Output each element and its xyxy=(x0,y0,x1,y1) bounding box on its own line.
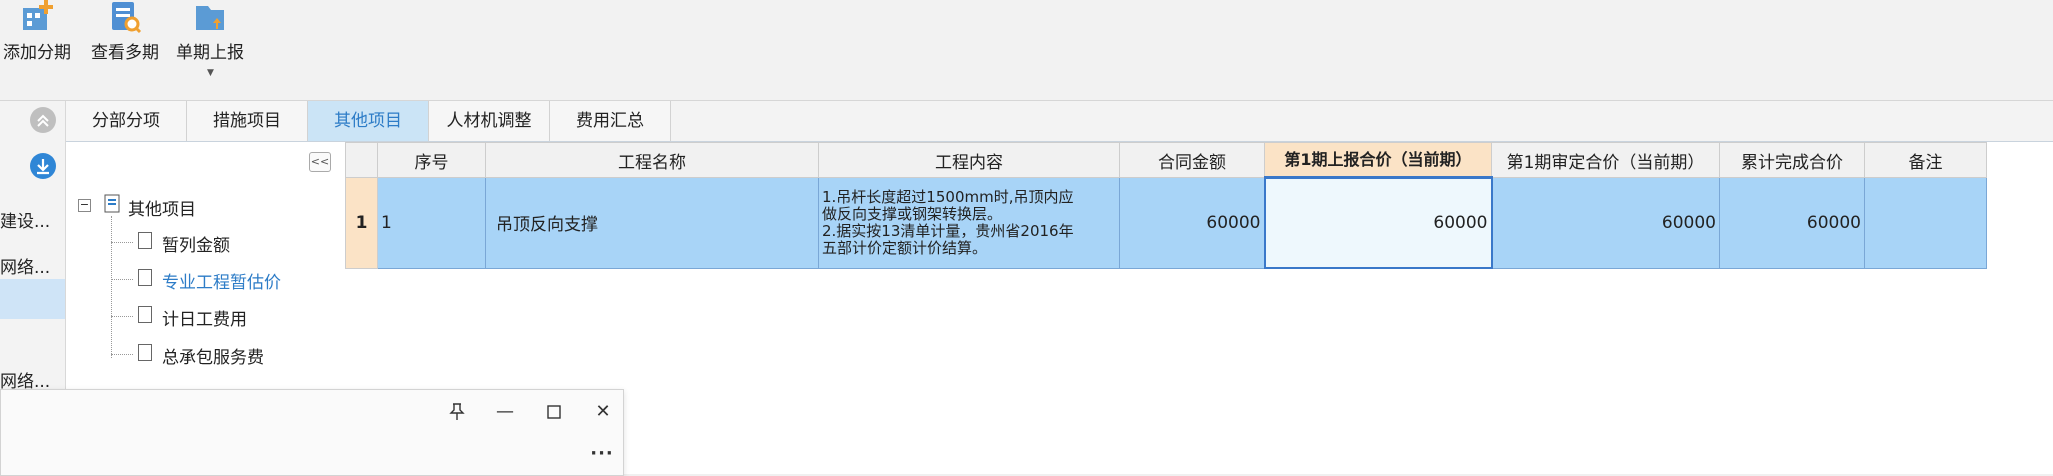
left-selected-item[interactable] xyxy=(0,279,65,319)
left-item-2[interactable]: 网络... xyxy=(0,253,50,278)
column-header-remark[interactable]: 备注 xyxy=(1864,142,1987,178)
document-icon xyxy=(138,344,152,361)
content-line: 五部计价定额计价结算。 xyxy=(822,238,988,257)
corner-header[interactable] xyxy=(345,142,378,178)
tab-other-items[interactable]: 其他项目 xyxy=(308,101,429,141)
table-row[interactable]: 1 1 吊顶反向支撑 1.吊杆长度超过1500mm时,吊顶内应 做反向支撑或钢架… xyxy=(345,176,1987,269)
dropdown-caret-icon[interactable]: ▼ xyxy=(207,68,214,78)
cell-content[interactable]: 1.吊杆长度超过1500mm时,吊顶内应 做反向支撑或钢架转换层。 2.据实按1… xyxy=(818,177,1120,269)
pin-icon[interactable] xyxy=(443,400,471,424)
tree-panel: << − 其他项目 暂列金额 专业工程暂估价 计日工费用 总承包服务费 xyxy=(66,142,346,392)
column-header-index[interactable]: 序号 xyxy=(377,142,486,178)
grid-table: 序号 工程名称 工程内容 合同金额 第1期上报合价（当前期） 第1期审定合价（当… xyxy=(345,142,1987,269)
column-header-contract-amount[interactable]: 合同金额 xyxy=(1119,142,1265,178)
tree-expander-icon[interactable]: − xyxy=(78,199,91,212)
row-number[interactable]: 1 xyxy=(345,177,378,269)
tree-branch xyxy=(111,279,133,280)
column-header-reported-amount[interactable]: 第1期上报合价（当前期） xyxy=(1264,142,1492,179)
tab-cost-summary[interactable]: 费用汇总 xyxy=(550,101,671,141)
cell-index[interactable]: 1 xyxy=(377,177,486,269)
content-line: 1.吊杆长度超过1500mm时,吊顶内应 xyxy=(822,187,1074,206)
cell-name[interactable]: 吊顶反向支撑 xyxy=(485,177,819,269)
add-period-button[interactable]: 添加分期 xyxy=(0,0,82,90)
view-multi-period-button[interactable]: 查看多期 xyxy=(80,0,170,90)
content-line: 2.据实按13清单计量，贵州省2016年 xyxy=(822,221,1074,240)
tree-branch xyxy=(111,316,133,317)
tree-root-label[interactable]: 其他项目 xyxy=(128,195,196,220)
column-header-name[interactable]: 工程名称 xyxy=(485,142,819,178)
add-period-label: 添加分期 xyxy=(3,43,71,63)
view-multi-period-icon xyxy=(112,2,142,34)
single-period-report-label: 单期上报 xyxy=(176,43,244,63)
tab-bar: 分部分项 措施项目 其他项目 人材机调整 费用汇总 xyxy=(66,101,2053,142)
tree-branch xyxy=(111,242,133,243)
minimize-icon[interactable]: — xyxy=(491,400,519,424)
cell-remark[interactable] xyxy=(1864,177,1987,269)
tab-measures[interactable]: 措施项目 xyxy=(187,101,308,141)
cell-approved-amount[interactable]: 60000 xyxy=(1491,177,1720,269)
column-header-content[interactable]: 工程内容 xyxy=(818,142,1120,178)
close-icon[interactable]: ✕ xyxy=(589,400,617,424)
download-circle-icon[interactable] xyxy=(30,153,56,179)
document-icon xyxy=(138,269,152,286)
add-period-icon xyxy=(23,0,53,30)
cell-contract-amount[interactable]: 60000 xyxy=(1119,177,1265,269)
document-icon xyxy=(138,306,152,323)
view-multi-period-label: 查看多期 xyxy=(91,43,159,63)
tree-item-daywork[interactable]: 计日工费用 xyxy=(162,305,247,330)
collapse-circle-icon[interactable] xyxy=(30,107,56,133)
tab-sub-items[interactable]: 分部分项 xyxy=(66,101,187,141)
column-header-approved-amount[interactable]: 第1期审定合价（当前期） xyxy=(1491,142,1720,178)
toolbar: 添加分期 查看多期 单期上报 ▼ xyxy=(0,0,2053,101)
document-icon xyxy=(138,232,152,249)
cell-cumulative-amount[interactable]: 60000 xyxy=(1719,177,1865,269)
collapse-panel-button[interactable]: << xyxy=(309,152,331,172)
tree-item-provisional-sum[interactable]: 暂列金额 xyxy=(162,231,230,256)
tree-root-icon xyxy=(104,194,120,213)
column-header-cumulative-amount[interactable]: 累计完成合价 xyxy=(1719,142,1865,178)
floating-window: — ✕ ··· xyxy=(0,389,624,476)
report-icon xyxy=(196,6,224,30)
left-item-1[interactable]: 建设... xyxy=(0,207,50,232)
tab-material-adjust[interactable]: 人材机调整 xyxy=(429,101,550,141)
content-line: 做反向支撑或钢架转换层。 xyxy=(822,204,1003,223)
more-icon[interactable]: ··· xyxy=(588,442,616,466)
tree-branch xyxy=(111,354,133,355)
cell-reported-amount[interactable]: 60000 xyxy=(1263,176,1493,269)
tree-item-general-contract-service[interactable]: 总承包服务费 xyxy=(162,343,264,368)
tree-connector xyxy=(111,216,112,358)
maximize-icon[interactable] xyxy=(540,400,568,424)
tree-item-professional-estimate[interactable]: 专业工程暂估价 xyxy=(162,268,281,293)
single-period-report-button[interactable]: 单期上报 ▼ xyxy=(165,0,255,90)
